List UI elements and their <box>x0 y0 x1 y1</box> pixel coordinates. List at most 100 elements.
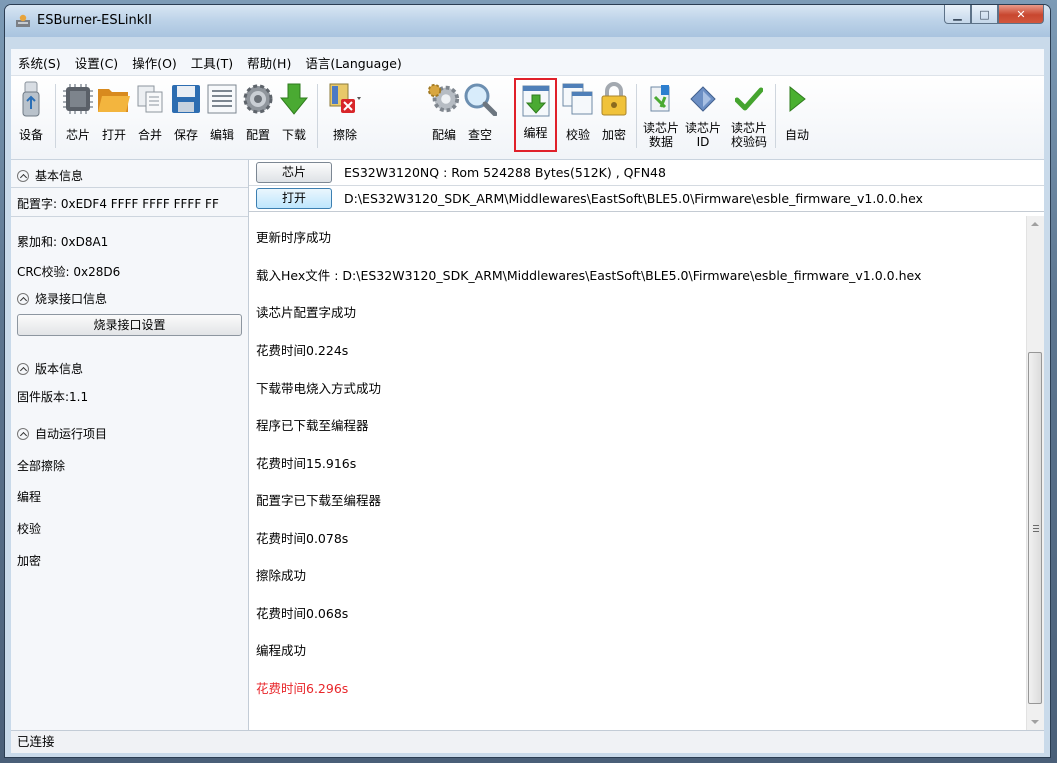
tool-program-button[interactable]: 编程 <box>514 78 557 152</box>
log-scrollbar[interactable] <box>1026 216 1044 730</box>
tool-read-chip-data-button[interactable]: 读芯片 数据 <box>643 80 679 154</box>
verify-icon <box>562 83 593 115</box>
crc-text: CRC校验: 0x28D6 <box>17 265 121 279</box>
blank-check-magnifier-icon <box>464 83 497 116</box>
window-title: ESBurner-ESLinkII <box>37 13 152 28</box>
read-checksum-icon <box>735 87 763 111</box>
tool-label: 配置 <box>245 128 270 142</box>
tool-label: 编程 <box>523 126 548 140</box>
chip-icon <box>63 84 93 114</box>
tool-label: 校验 <box>565 128 590 142</box>
menu-bar: 系统(S) 设置(C) 操作(O) 工具(T) 帮助(H) 语言(Languag… <box>11 49 1044 76</box>
tool-label: 下载 <box>281 128 306 142</box>
scroll-down-arrow-icon[interactable] <box>1031 720 1039 724</box>
tool-edit-button[interactable]: 编辑 <box>205 80 239 154</box>
scroll-up-arrow-icon[interactable] <box>1031 222 1039 226</box>
menu-help[interactable]: 帮助(H) <box>240 53 298 72</box>
tool-save-button[interactable]: 保存 <box>169 80 203 154</box>
collapse-up-icon[interactable] <box>17 363 29 375</box>
auto-run-icon <box>789 85 806 113</box>
log-line: 载入Hex文件 : D:\ES32W3120_SDK_ARM\Middlewar… <box>256 268 922 283</box>
collapse-up-icon[interactable] <box>17 293 29 305</box>
edit-list-icon <box>207 84 237 114</box>
menu-operation[interactable]: 操作(O) <box>125 53 184 72</box>
title-bar[interactable]: ESBurner-ESLinkII ▁ □ ✕ <box>5 5 1050 37</box>
divider <box>11 187 248 188</box>
menu-language[interactable]: 语言(Language) <box>298 53 408 72</box>
scrollbar-thumb[interactable] <box>1028 352 1042 704</box>
tool-read-checksum-button[interactable]: 读芯片 校验码 <box>727 80 771 154</box>
tool-blank-check-button[interactable]: 查空 <box>463 80 497 154</box>
tool-chip-button[interactable]: 芯片 <box>61 80 95 154</box>
read-chip-id-icon <box>690 86 716 112</box>
log-line: 读芯片配置字成功 <box>256 305 357 320</box>
tool-auto-button[interactable]: 自动 <box>779 80 815 154</box>
tool-encrypt-button[interactable]: 加密 <box>597 80 631 154</box>
log-line: 更新时序成功 <box>256 230 332 245</box>
grip-line <box>1033 531 1039 532</box>
tool-read-chip-id-button[interactable]: 读芯片 ID <box>683 80 723 154</box>
merge-icon <box>137 85 163 113</box>
tool-label: 设备 <box>18 128 43 142</box>
app-logo-icon <box>16 14 30 27</box>
basic-info-header[interactable]: 基本信息 <box>17 167 83 184</box>
main-window: ESBurner-ESLinkII ▁ □ ✕ 系统(S) 设置(C) 操作(O… <box>4 4 1051 758</box>
menu-settings[interactable]: 设置(C) <box>68 53 125 72</box>
auto-item: 校验 <box>17 522 42 536</box>
minimize-button[interactable]: ▁ <box>944 5 971 24</box>
tool-label: 读芯片 ID <box>684 121 721 149</box>
log-line: 下载带电烧入方式成功 <box>256 381 382 396</box>
tool-label: 芯片 <box>65 128 90 142</box>
log-line: 程序已下载至编程器 <box>256 418 369 433</box>
tool-download-button[interactable]: 下载 <box>277 80 311 154</box>
tool-config-button[interactable]: 配置 <box>241 80 275 154</box>
collapse-up-icon[interactable] <box>17 428 29 440</box>
auto-item: 加密 <box>17 554 42 568</box>
tool-config-program-button[interactable]: 配编 <box>427 80 461 154</box>
tool-label: 自动 <box>784 128 809 142</box>
auto-item: 全部擦除 <box>17 459 66 473</box>
auto-item: 编程 <box>17 490 42 504</box>
maximize-button[interactable]: □ <box>971 5 998 24</box>
chip-row: 芯片 ES32W3120NQ : Rom 524288 Bytes(512K) … <box>249 160 1044 186</box>
tool-label: 查空 <box>467 128 492 142</box>
tool-label: 编辑 <box>209 128 234 142</box>
log-line: 花费时间0.068s <box>256 606 349 621</box>
log-line: 配置字已下载至编程器 <box>256 493 382 508</box>
burn-interface-header[interactable]: 烧录接口信息 <box>17 290 107 307</box>
usb-device-icon <box>22 81 40 117</box>
tool-erase-button[interactable]: 擦除 <box>327 80 363 154</box>
toolbar-separator <box>775 84 776 148</box>
open-file-button[interactable]: 打开 <box>256 188 332 209</box>
collapse-up-icon[interactable] <box>17 170 29 182</box>
config-gear-icon <box>243 84 273 114</box>
log-line: 擦除成功 <box>256 568 307 583</box>
file-row: 打开 D:\ES32W3120_SDK_ARM\Middlewares\East… <box>249 186 1044 212</box>
toolbar-separator <box>636 84 637 148</box>
window-controls: ▁ □ ✕ <box>944 5 1044 25</box>
burn-interface-settings-button[interactable]: 烧录接口设置 <box>17 314 242 336</box>
chip-button[interactable]: 芯片 <box>256 162 332 183</box>
menu-system[interactable]: 系统(S) <box>11 53 68 72</box>
tool-merge-button[interactable]: 合并 <box>133 80 167 154</box>
log-line: 花费时间0.224s <box>256 343 349 358</box>
tool-device-button[interactable]: 设备 <box>13 80 49 154</box>
grip-line <box>1033 525 1039 526</box>
main-content: 芯片 ES32W3120NQ : Rom 524288 Bytes(512K) … <box>249 160 1044 730</box>
config-word-text: 配置字: 0xEDF4 FFFF FFFF FFFF FF <box>17 197 219 211</box>
auto-run-header[interactable]: 自动运行项目 <box>17 425 107 442</box>
menu-tools[interactable]: 工具(T) <box>184 53 240 72</box>
log-line: 花费时间15.916s <box>256 456 357 471</box>
version-info-header[interactable]: 版本信息 <box>17 360 83 377</box>
download-arrow-icon <box>280 83 308 115</box>
tool-verify-button[interactable]: 校验 <box>561 80 595 154</box>
file-path-text: D:\ES32W3120_SDK_ARM\Middlewares\EastSof… <box>344 191 923 206</box>
close-button[interactable]: ✕ <box>998 5 1044 24</box>
toolbar-separator <box>317 84 318 148</box>
tool-label: 配编 <box>431 128 456 142</box>
info-side-panel: 基本信息 配置字: 0xEDF4 FFFF FFFF FFFF FF 累加和: … <box>11 160 249 730</box>
log-line-highlighted: 花费时间6.296s <box>256 681 349 696</box>
tool-open-button[interactable]: 打开 <box>97 80 131 154</box>
save-floppy-icon <box>172 85 200 113</box>
config-program-icon <box>427 83 460 113</box>
